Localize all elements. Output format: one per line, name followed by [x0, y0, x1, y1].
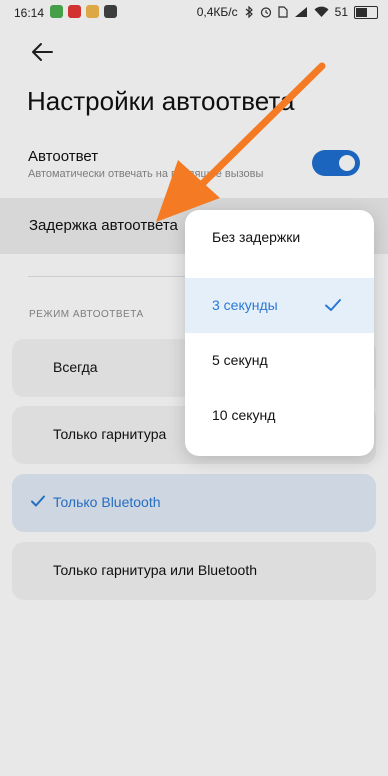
delay-popup-menu: Без задержки 3 секунды 5 секунд 10 секун… — [185, 210, 374, 456]
autoreply-settings-screen: 16:14 0,4КБ/с 51 Настройки автоответа Ав… — [0, 0, 388, 776]
delay-option-5-seconds[interactable]: 5 секунд — [185, 333, 374, 388]
delay-option-label: Без задержки — [212, 229, 301, 245]
checkmark-icon — [325, 299, 341, 311]
delay-option-label: 10 секунд — [212, 407, 276, 423]
delay-option-3-seconds[interactable]: 3 секунды — [185, 278, 374, 333]
delay-option-label: 5 секунд — [212, 352, 268, 368]
delay-option-none[interactable]: Без задержки — [185, 210, 374, 265]
delay-option-label: 3 секунды — [212, 297, 278, 313]
delay-option-10-seconds[interactable]: 10 секунд — [185, 388, 374, 443]
